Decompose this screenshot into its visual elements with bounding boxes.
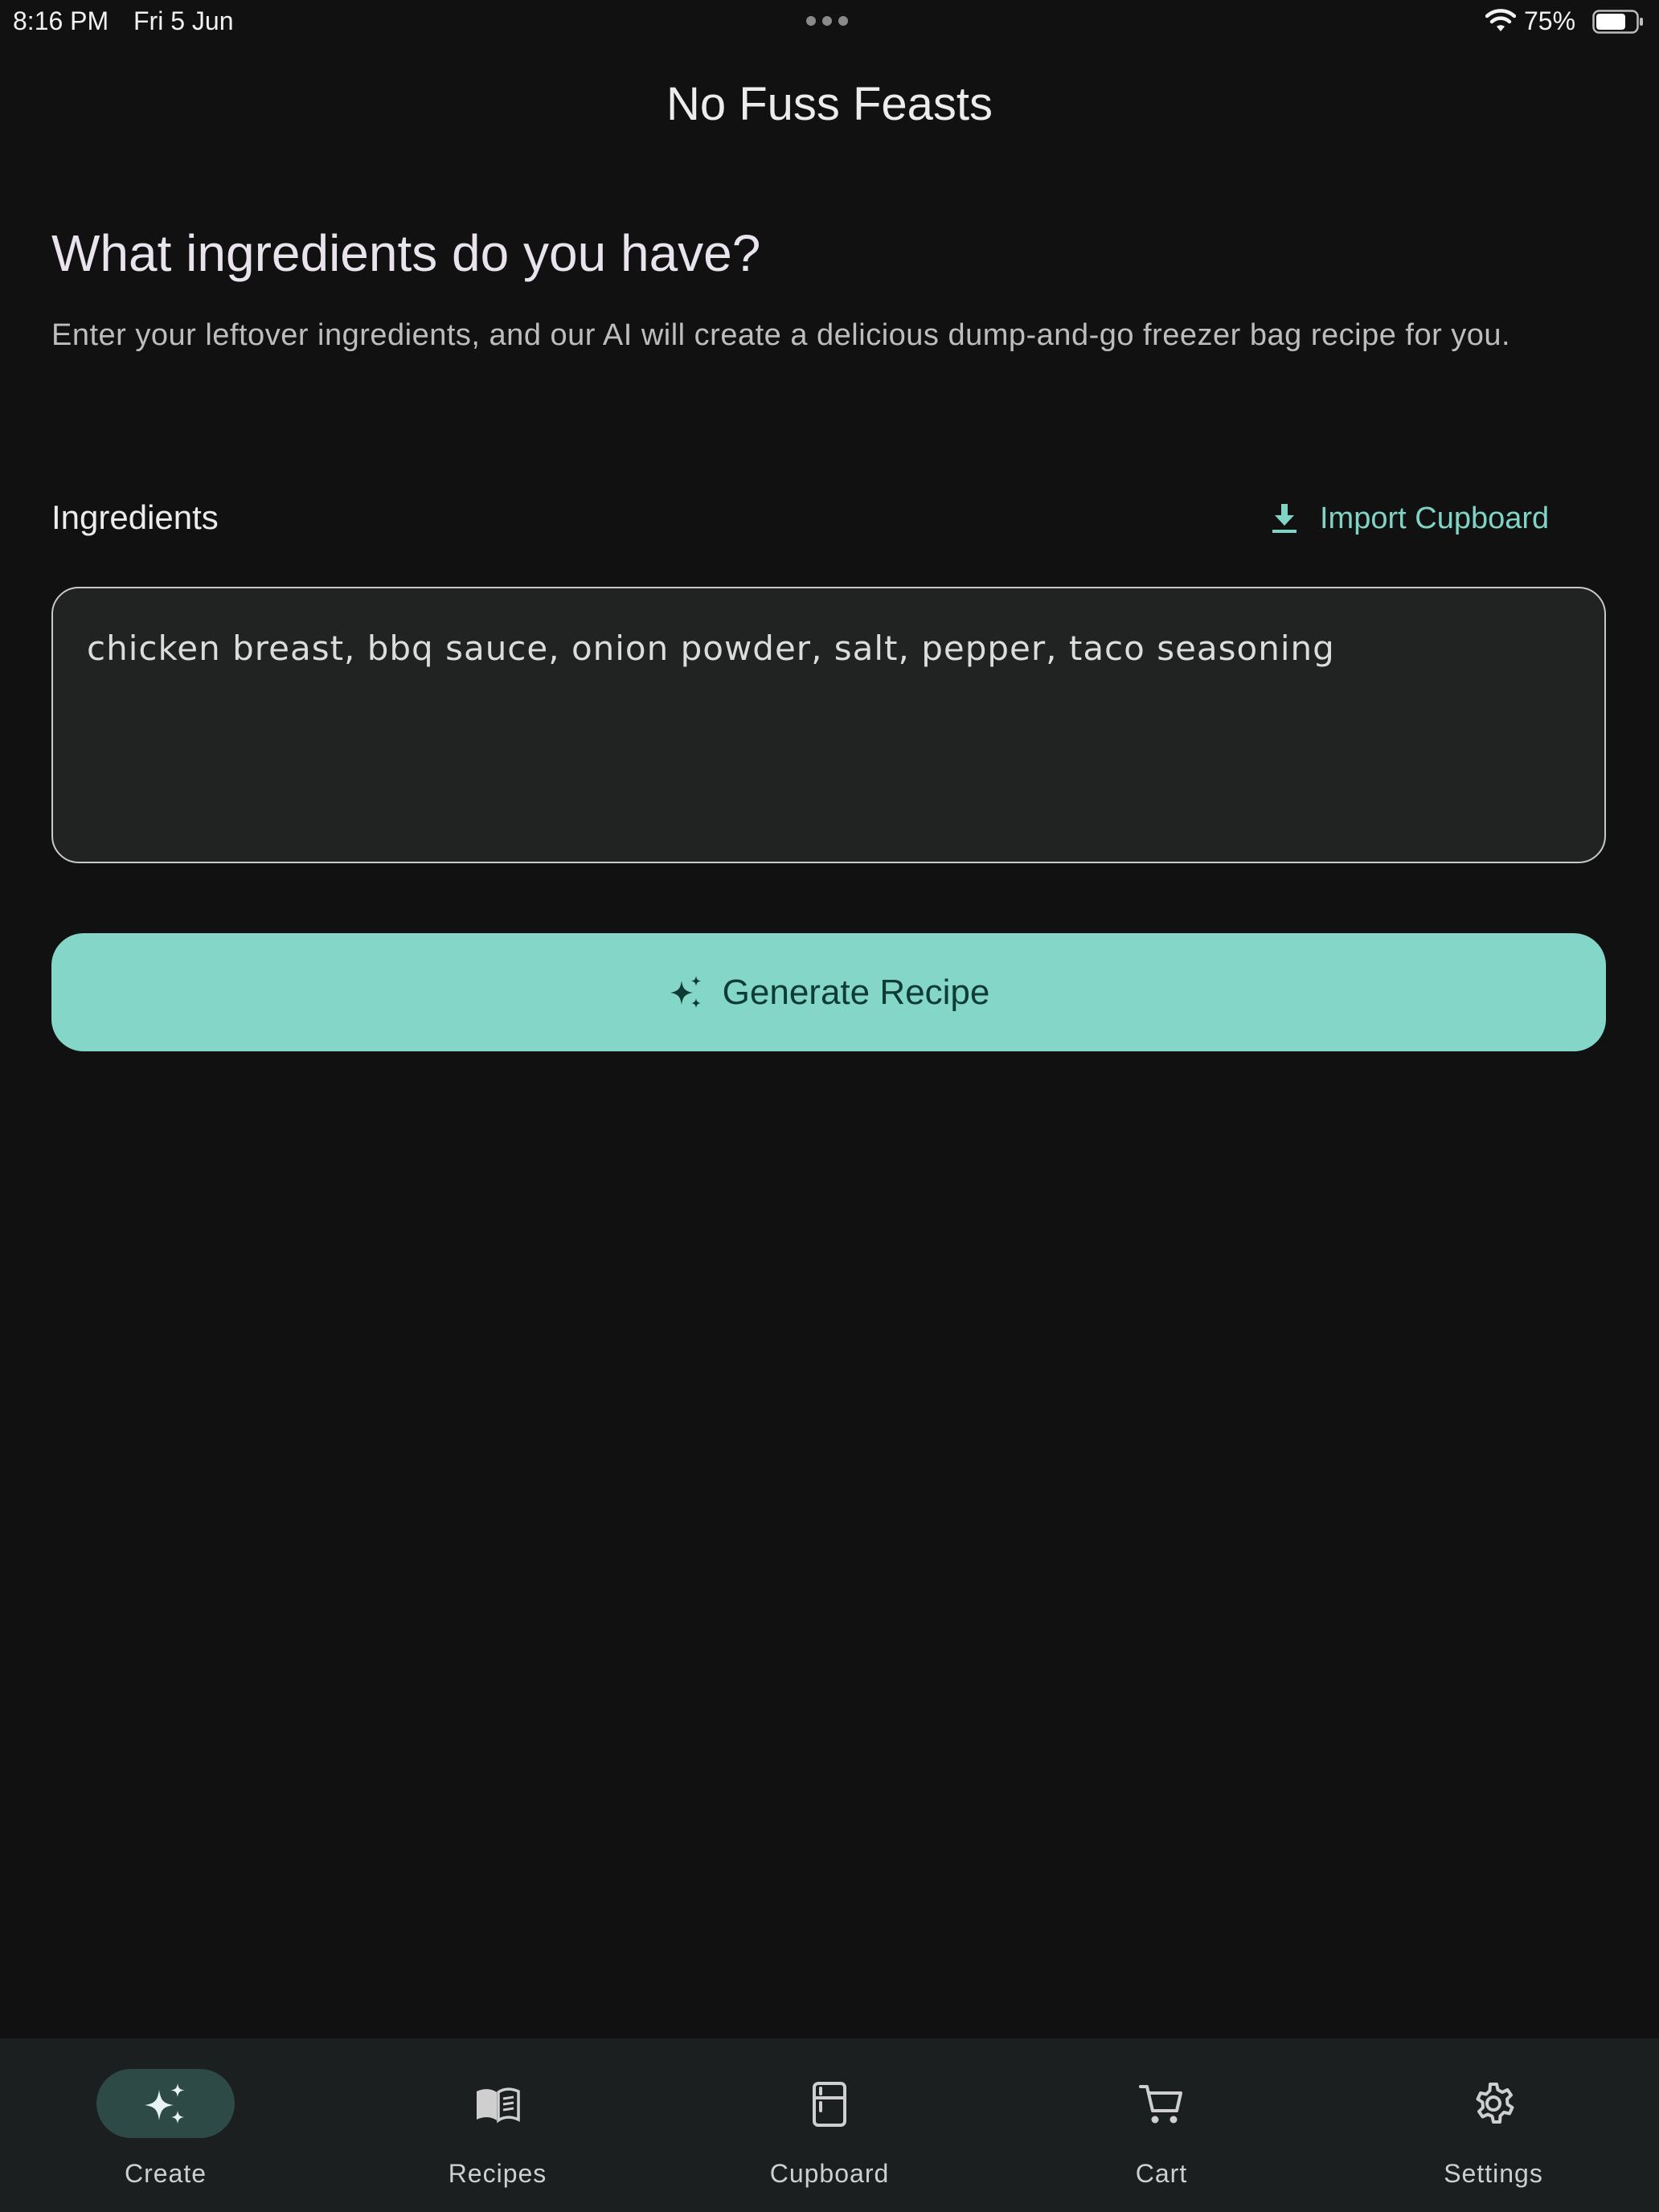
sparkles-icon — [145, 2083, 185, 2124]
page-heading: What ingredients do you have? — [51, 224, 761, 282]
nav-label-cupboard: Cupboard — [769, 2159, 890, 2188]
import-cupboard-button[interactable]: Import Cupboard — [1270, 492, 1549, 545]
multitasking-dots-icon[interactable] — [806, 16, 848, 26]
download-icon — [1272, 504, 1296, 533]
nav-label-cart: Cart — [1135, 2159, 1188, 2188]
status-date: Fri 5 Jun — [133, 6, 234, 35]
generate-recipe-label: Generate Recipe — [722, 972, 990, 1012]
ingredients-input[interactable]: chicken breast, bbq sauce, onion powder,… — [51, 587, 1606, 863]
battery-percent: 75% — [1524, 6, 1576, 35]
app-title: No Fuss Feasts — [666, 78, 993, 130]
gear-icon — [1476, 2083, 1514, 2124]
nav-item-recipes[interactable]: Recipes — [377, 2038, 618, 2212]
generate-recipe-button[interactable]: Generate Recipe — [51, 933, 1606, 1051]
nav-label-recipes: Recipes — [448, 2159, 547, 2188]
book-icon — [477, 2087, 520, 2124]
page-subtitle: Enter your leftover ingredients, and our… — [51, 318, 1511, 352]
import-cupboard-label: Import Cupboard — [1320, 501, 1550, 535]
battery-icon — [1592, 10, 1643, 34]
cupboard-icon — [813, 2082, 846, 2127]
status-time: 8:16 PM — [13, 6, 109, 35]
status-bar: 8:16 PM Fri 5 Jun 75% — [0, 0, 1659, 42]
cart-icon — [1139, 2085, 1182, 2124]
nav-label-create: Create — [124, 2159, 207, 2188]
nav-item-cart[interactable]: Cart — [1041, 2038, 1282, 2212]
nav-item-create[interactable]: Create — [45, 2038, 286, 2212]
wifi-icon — [1485, 9, 1516, 31]
bottom-nav: Create Recipes Cupboard Cart Settings — [0, 2038, 1659, 2212]
nav-item-cupboard[interactable]: Cupboard — [709, 2038, 950, 2212]
nav-item-settings[interactable]: Settings — [1373, 2038, 1614, 2212]
ingredients-label: Ingredients — [51, 498, 219, 536]
nav-label-settings: Settings — [1444, 2159, 1543, 2188]
sparkles-icon — [670, 975, 702, 1008]
app-screen: 8:16 PM Fri 5 Jun 75% No Fuss Feasts Wha… — [0, 0, 1659, 2212]
